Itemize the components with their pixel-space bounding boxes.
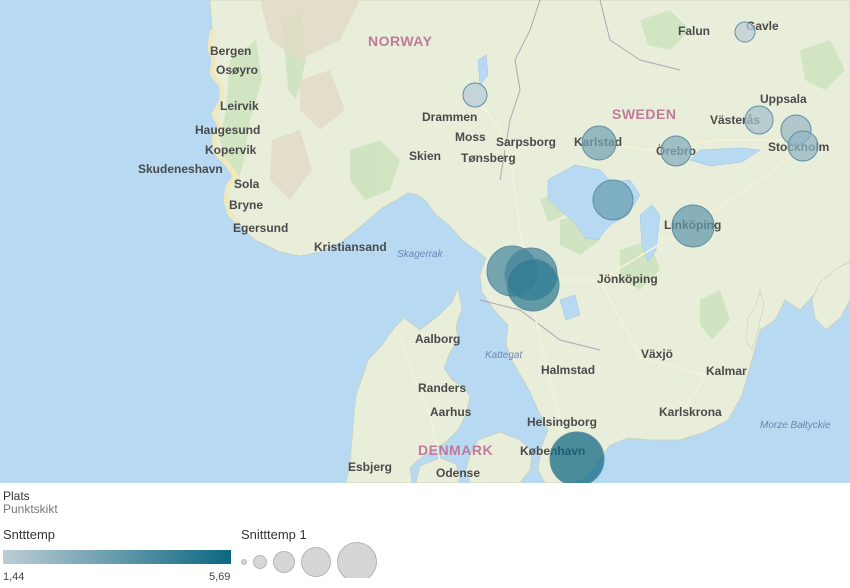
city-label: Skien	[409, 149, 441, 163]
size-legend-circle	[241, 559, 247, 565]
map-point-marker[interactable]	[506, 258, 560, 312]
sea-label: Skagerrak	[397, 249, 444, 260]
map-view[interactable]: NORWAY SWEDEN DENMARK Skagerrak Kattegat Morz…	[0, 0, 850, 483]
color-gradient-bar	[3, 550, 231, 564]
city-label: Randers	[418, 381, 466, 395]
city-label: Odense	[436, 466, 480, 480]
city-label: Leirvik	[220, 99, 259, 113]
map-point-marker[interactable]	[581, 125, 617, 161]
sea-label: Morze Bałtyckie	[760, 420, 831, 431]
color-min-value: 1,44	[3, 571, 25, 583]
map-point-marker[interactable]	[592, 179, 634, 221]
city-label: Esbjerg	[348, 460, 392, 474]
city-label: Kopervik	[205, 143, 257, 157]
layer-title: Plats	[3, 489, 30, 503]
map-point-marker[interactable]	[787, 130, 819, 162]
size-legend-circle	[337, 542, 377, 578]
city-label: Halmstad	[541, 363, 595, 377]
country-label: DENMARK	[418, 442, 493, 458]
city-label: Bryne	[229, 198, 263, 212]
size-legend-circles	[241, 542, 377, 578]
city-label: Jönköping	[597, 272, 658, 286]
size-legend-circle	[273, 551, 295, 573]
city-label: Moss	[455, 130, 486, 144]
map-point-marker[interactable]	[744, 105, 774, 135]
city-label: Karlskrona	[659, 405, 722, 419]
city-label: Tønsberg	[461, 151, 516, 165]
color-legend-title: Sntttemp	[3, 527, 56, 542]
city-label: Haugesund	[195, 123, 260, 137]
city-label: Egersund	[233, 221, 288, 235]
sea-label: Kattegat	[485, 350, 523, 361]
country-label: NORWAY	[368, 33, 433, 49]
city-label: Aarhus	[430, 405, 472, 419]
map-point-marker[interactable]	[549, 431, 605, 483]
city-label: Drammen	[422, 110, 477, 124]
map-canvas[interactable]: NORWAY SWEDEN DENMARK Skagerrak Kattegat Morz…	[0, 0, 850, 483]
city-label: Osøyro	[216, 63, 258, 77]
city-label: Kristiansand	[314, 240, 387, 254]
city-label: Skudeneshavn	[138, 162, 223, 176]
city-label: Växjö	[641, 347, 673, 361]
city-label: Falun	[678, 24, 710, 38]
city-label: Aalborg	[415, 332, 460, 346]
city-label: Helsingborg	[527, 415, 597, 429]
color-max-value: 5,69	[209, 571, 231, 583]
city-label: Sarpsborg	[496, 135, 556, 149]
map-point-marker[interactable]	[671, 204, 715, 248]
size-legend-circle	[301, 547, 331, 577]
city-label: Sola	[234, 177, 260, 191]
size-legend-circle	[253, 555, 267, 569]
map-legend: Plats Punktskikt Sntttemp 1,44 5,69 Snit…	[0, 483, 850, 588]
map-point-marker[interactable]	[660, 135, 692, 167]
layer-subtitle: Punktskikt	[3, 502, 58, 516]
country-label: SWEDEN	[612, 106, 676, 122]
city-label: Bergen	[210, 44, 251, 58]
map-point-marker[interactable]	[734, 21, 756, 43]
city-label: Uppsala	[760, 92, 807, 106]
map-point-marker[interactable]	[462, 82, 488, 108]
city-label: Kalmar	[706, 364, 747, 378]
